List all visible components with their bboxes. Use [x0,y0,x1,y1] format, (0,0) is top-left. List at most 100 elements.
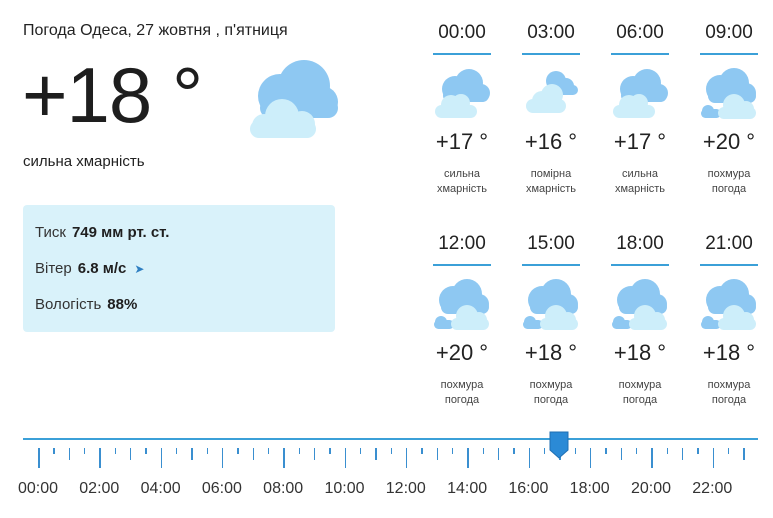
timeline-hour-label: 06:00 [201,480,242,497]
forecast-condition: сильна хмарність [609,167,671,197]
timeline-tick [344,448,347,468]
forecast-condition-line1: сильна [622,167,658,180]
overcast-icon [520,278,582,334]
current-condition: сильна хмарність [23,153,145,170]
forecast-slot: 18:00 +18 ° похмура погода [609,232,671,408]
timeline-tick [405,448,408,468]
forecast-condition-line1: похмура [440,378,484,391]
timeline-tick [283,448,285,468]
timeline-tick [421,448,423,454]
timeline-hour-label: 14:00 [447,480,488,497]
forecast-temperature: +17 ° [613,128,667,154]
forecast-time: 06:00 [616,22,664,43]
overcast-icon [698,278,760,334]
timeline-tick [589,448,592,468]
timeline-tick [329,448,331,454]
weather-details-panel: Тиск 749 мм рт. ст. Вітер 6.8 м/с ➤ Вологіс… [23,205,335,332]
forecast-temperature: +17 ° [435,128,489,154]
forecast-condition: сильна хмарність [431,167,493,197]
forecast-condition-line1: похмура [707,167,751,180]
timeline-tick [221,448,224,468]
forecast-temperature: +16 ° [524,128,578,154]
forecast-divider [611,53,669,55]
current-temperature: +18 ° [22,51,203,139]
timeline-hour-label: 02:00 [79,480,120,497]
forecast-condition: похмура погода [609,378,671,408]
forecast-divider [700,264,758,266]
forecast-condition: похмура погода [698,378,760,408]
overcast-icon [431,278,493,334]
forecast-condition-line2: хмарність [525,182,577,195]
humidity-label: Вологість [35,296,102,313]
forecast-temperature: +18 ° [613,339,667,365]
timeline-hour-label: 22:00 [692,480,733,497]
timeline-tick [252,448,255,460]
forecast-divider [433,53,491,55]
timeline-hour-label: 10:00 [324,480,365,497]
pressure-value: 749 мм рт. ст. [71,224,170,241]
timeline-hour-label: 04:00 [140,480,181,497]
timeline-tick [743,448,745,460]
pressure-row: Тиск 749 мм рт. ст. [35,224,169,241]
timeline-hour-label: 12:00 [385,480,426,497]
wind-row: Вітер 6.8 м/с ➤ [35,260,144,277]
timeline-tick [727,448,730,454]
timeline-hour-label: 20:00 [630,480,672,497]
timeline-tick [359,448,362,454]
cloud-icon [250,60,338,138]
wind-direction-arrow-icon: ➤ [134,262,145,276]
forecast-condition-line1: сильна [444,167,480,180]
forecast-condition-line2: погода [533,393,569,406]
forecast-condition-line2: хмарність [614,182,666,195]
cloud-icon [609,67,671,123]
timeline-tick [83,448,86,454]
timeline-tick [436,448,439,460]
forecast-condition-line1: похмура [618,378,662,391]
timeline-tick [651,448,653,468]
timeline-tick [543,448,546,454]
timeline-tick [390,448,393,454]
forecast-condition-line1: похмура [707,378,751,391]
forecast-divider [700,53,758,55]
timeline-tick [574,448,577,454]
timeline-tick [497,448,500,460]
timeline-tick [237,448,239,454]
forecast-divider [522,264,580,266]
forecast-time: 18:00 [616,233,664,254]
timeline-tick [145,448,147,454]
forecast-slot: 12:00 +20 ° похмура погода [431,232,493,408]
timeline-tick [605,448,607,454]
timeline-tick [375,448,377,460]
forecast-slot: 06:00 +17 ° сильна хмарність [609,21,671,197]
overcast-icon [609,278,671,334]
timeline-tick [712,448,715,468]
timeline-hour-label: 08:00 [263,480,304,497]
timeline-tick [160,448,163,468]
forecast-condition-line2: погода [711,182,747,195]
timeline-tick [666,448,669,454]
forecast-condition-line2: хмарність [436,182,488,195]
timeline-track[interactable] [23,438,758,440]
pressure-label: Тиск [35,224,66,241]
timeline-tick [528,448,531,468]
timeline-tick [53,448,55,454]
forecast-slot: 00:00 +17 ° сильна хмарність [431,21,493,197]
timeline-tick [298,448,301,454]
forecast-time: 09:00 [705,22,753,43]
forecast-condition: похмура погода [520,378,582,408]
forecast-condition-line2: погода [444,393,480,406]
wind-value: 6.8 м/с [77,260,127,277]
timeline-tick [313,448,316,460]
forecast-slot: 21:00 +18 ° похмура погода [698,232,760,408]
timeline-handle[interactable] [548,430,570,460]
timeline-tick [129,448,132,460]
timeline-tick [206,448,209,454]
forecast-condition-line2: погода [711,393,747,406]
forecast-slot: 03:00 +16 ° помірна хмарність [520,21,582,197]
forecast-temperature: +18 ° [702,339,756,365]
forecast-temperature: +18 ° [524,339,578,365]
timeline-tick [99,448,101,468]
timeline-tick [68,448,71,460]
timeline-tick [267,448,270,454]
forecast-condition: помірна хмарність [520,167,582,197]
